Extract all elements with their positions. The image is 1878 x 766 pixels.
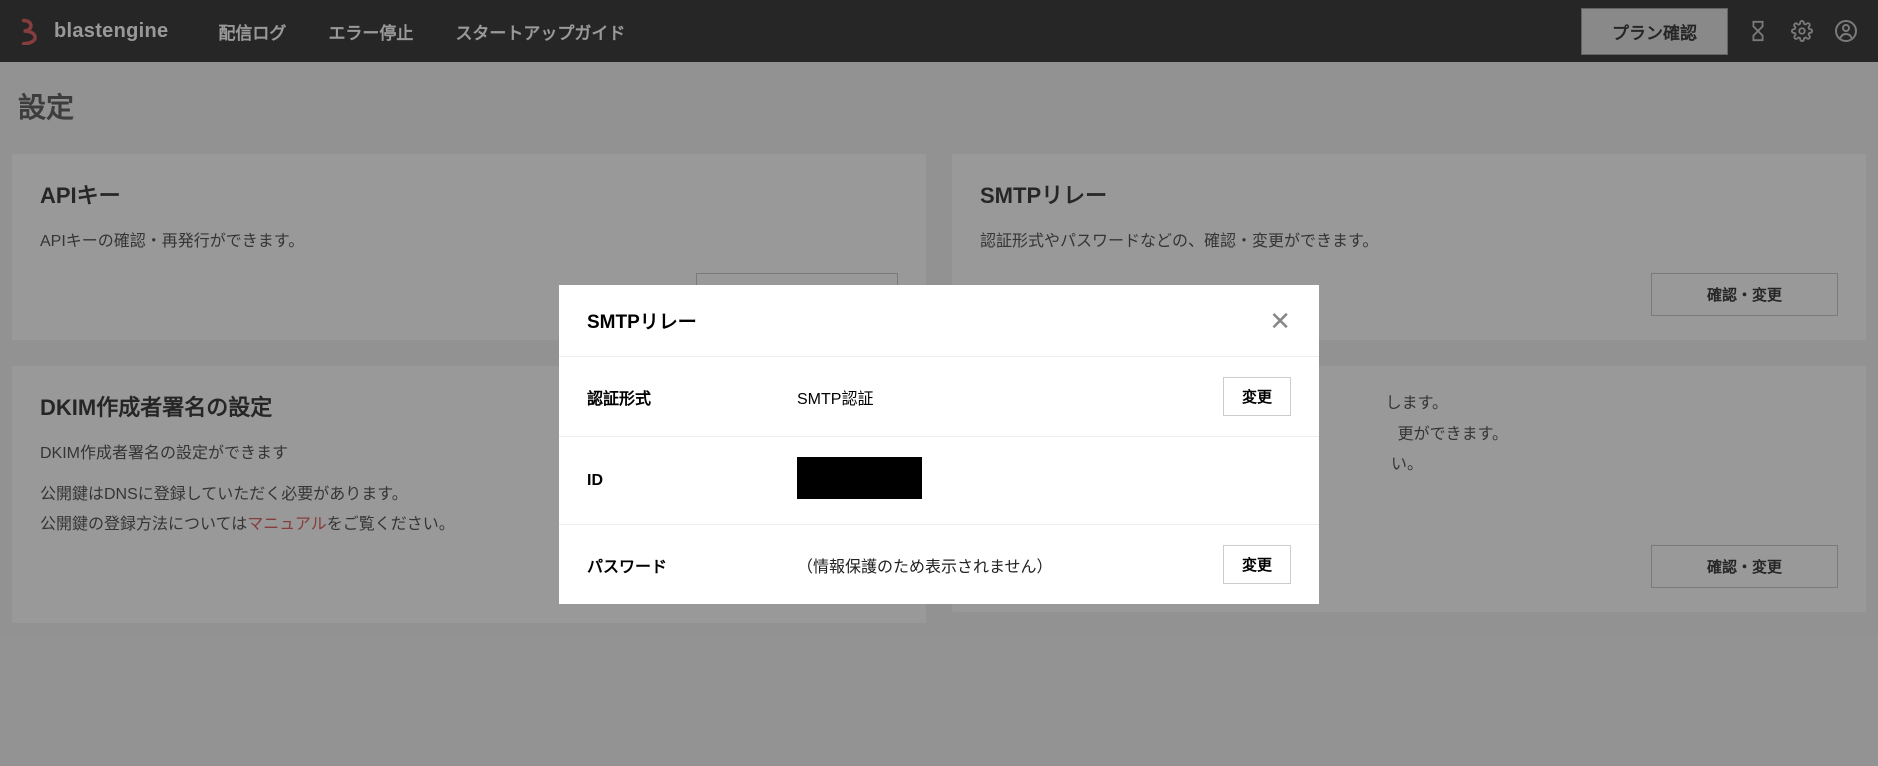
smtp-relay-modal: SMTPリレー ✕ 認証形式 SMTP認証 変更 ID パスワード （情報保護の… — [559, 285, 1319, 604]
modal-row-id: ID — [559, 437, 1319, 525]
id-label: ID — [587, 472, 797, 490]
id-value-redacted — [797, 457, 922, 499]
modal-title: SMTPリレー — [587, 307, 697, 334]
modal-row-password: パスワード （情報保護のため表示されません） 変更 — [559, 525, 1319, 604]
modal-overlay[interactable]: SMTPリレー ✕ 認証形式 SMTP認証 変更 ID パスワード （情報保護の… — [0, 0, 1878, 766]
close-icon[interactable]: ✕ — [1269, 308, 1291, 334]
password-label: パスワード — [587, 553, 797, 577]
password-value: （情報保護のため表示されません） — [797, 553, 1223, 577]
password-change-button[interactable]: 変更 — [1223, 545, 1291, 584]
auth-label: 認証形式 — [587, 385, 797, 409]
auth-change-button[interactable]: 変更 — [1223, 377, 1291, 416]
auth-value: SMTP認証 — [797, 385, 1223, 409]
modal-row-auth: 認証形式 SMTP認証 変更 — [559, 357, 1319, 437]
